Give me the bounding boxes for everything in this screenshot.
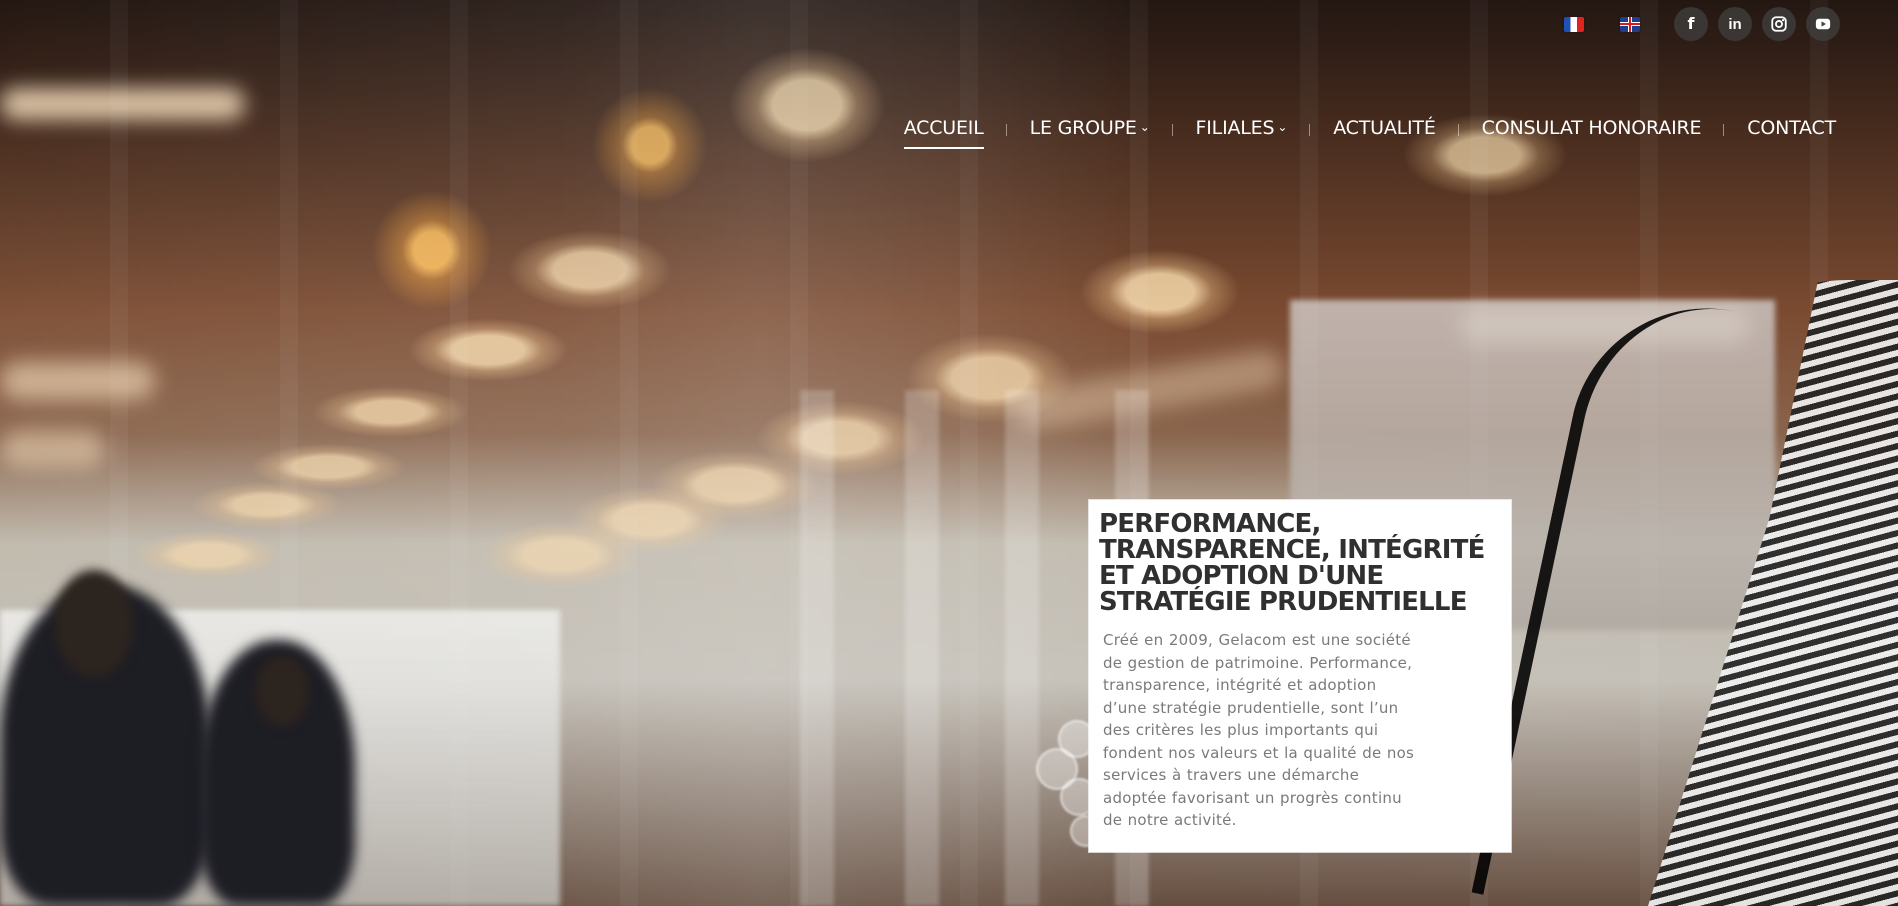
background-person-head: [255, 655, 310, 727]
nav-separator: [1723, 124, 1725, 136]
background-glass-pane: [905, 390, 939, 906]
linkedin-icon[interactable]: in: [1718, 7, 1752, 41]
nav-separator: [1309, 124, 1311, 136]
nav-separator: [1171, 124, 1173, 136]
background-light: [0, 430, 105, 468]
uk-flag-icon[interactable]: [1620, 16, 1640, 32]
nav-label-actualite: ACTUALITÉ: [1333, 117, 1436, 139]
youtube-icon[interactable]: [1806, 7, 1840, 41]
facebook-icon[interactable]: f: [1674, 7, 1708, 41]
background-glass-pane: [800, 390, 834, 906]
nav-separator: [1005, 124, 1007, 136]
nav-label-le-groupe: LE GROUPE: [1029, 117, 1137, 139]
nav-item-accueil[interactable]: ACCUEIL: [903, 111, 984, 149]
nav-item-le-groupe[interactable]: LE GROUPE ⌄: [1030, 111, 1150, 149]
nav-label-consulat-honoraire: CONSULAT HONORAIRE: [1481, 117, 1702, 139]
nav-item-actualite[interactable]: ACTUALITÉ: [1333, 111, 1436, 149]
chevron-down-icon: ⌄: [1139, 120, 1150, 134]
nav-label-filiales: FILIALES: [1195, 117, 1275, 139]
background-light: [1013, 346, 1287, 434]
nav-item-consulat-honoraire[interactable]: CONSULAT HONORAIRE: [1482, 111, 1702, 149]
main-navigation: ACCUEIL LE GROUPE ⌄ FILIALES ⌄ ACTUALITÉ…: [903, 111, 1836, 149]
chevron-down-icon: ⌄: [1277, 120, 1288, 134]
hero-title: PERFORMANCE, TRANSPARENCE, INTÉGRITÉ ET …: [1099, 509, 1485, 617]
background-light: [0, 88, 245, 120]
instagram-icon[interactable]: [1762, 7, 1796, 41]
hero-section: f in ACCUEIL LE GROUPE ⌄ FILIALES ⌄ ACTU…: [0, 0, 1898, 906]
nav-label-contact: CONTACT: [1747, 117, 1836, 139]
background-glass-pane: [1005, 390, 1039, 906]
french-flag-icon[interactable]: [1564, 16, 1584, 32]
hero-description: Créé en 2009, Gelacom est une société de…: [1103, 631, 1415, 829]
background-light: [0, 362, 155, 400]
hero-info-card: PERFORMANCE, TRANSPARENCE, INTÉGRITÉ ET …: [1089, 500, 1511, 852]
background-person-head: [54, 570, 134, 678]
nav-separator: [1457, 124, 1459, 136]
uk-flag-cross-horizontal: [1620, 22, 1640, 25]
nav-item-contact[interactable]: CONTACT: [1747, 111, 1836, 149]
nav-label-accueil: ACCUEIL: [903, 117, 984, 139]
nav-item-filiales[interactable]: FILIALES ⌄: [1196, 111, 1288, 149]
top-utility-bar: f in: [1564, 7, 1840, 41]
